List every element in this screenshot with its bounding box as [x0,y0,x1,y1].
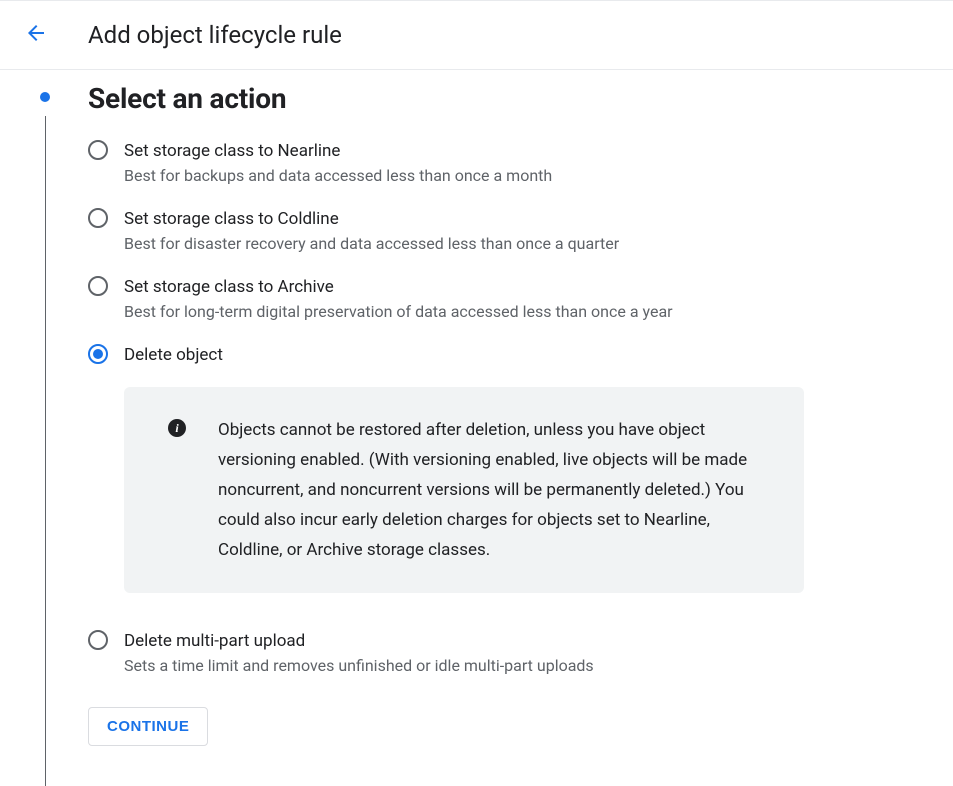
radio-desc: Best for backups and data accessed less … [124,165,552,187]
radio-option-delete-multipart[interactable]: Delete multi-part upload Sets a time lim… [88,629,929,677]
arrow-left-icon [24,21,48,49]
radio-label: Set storage class to Nearline [124,139,552,163]
content: Select an action Set storage class to Ne… [0,70,953,786]
step-dot [40,92,50,102]
radio-unselected-icon [88,276,108,296]
radio-label: Set storage class to Archive [124,275,673,299]
page-title: Add object lifecycle rule [88,21,342,49]
radio-option-delete-object[interactable]: Delete object [88,343,929,367]
radio-option-coldline[interactable]: Set storage class to Coldline Best for d… [88,207,929,255]
continue-button[interactable]: CONTINUE [88,707,208,746]
radio-desc: Best for long-term digital preservation … [124,301,673,323]
radio-option-nearline[interactable]: Set storage class to Nearline Best for b… [88,139,929,187]
radio-option-archive[interactable]: Set storage class to Archive Best for lo… [88,275,929,323]
radio-label: Delete object [124,343,223,367]
page-header: Add object lifecycle rule [0,0,953,70]
radio-label: Set storage class to Coldline [124,207,619,231]
radio-desc: Best for disaster recovery and data acce… [124,233,619,255]
main: Select an action Set storage class to Ne… [66,82,929,786]
stepper [24,82,66,786]
radio-desc: Sets a time limit and removes unfinished… [124,655,594,677]
info-panel: i Objects cannot be restored after delet… [124,387,804,593]
radio-selected-icon [88,344,108,364]
radio-unselected-icon [88,140,108,160]
section-title: Select an action [88,82,929,115]
radio-unselected-icon [88,630,108,650]
radio-label: Delete multi-part upload [124,629,594,653]
step-line [45,116,46,786]
info-text: Objects cannot be restored after deletio… [218,415,776,565]
radio-unselected-icon [88,208,108,228]
info-icon: i [168,419,186,437]
back-button[interactable] [24,23,48,47]
